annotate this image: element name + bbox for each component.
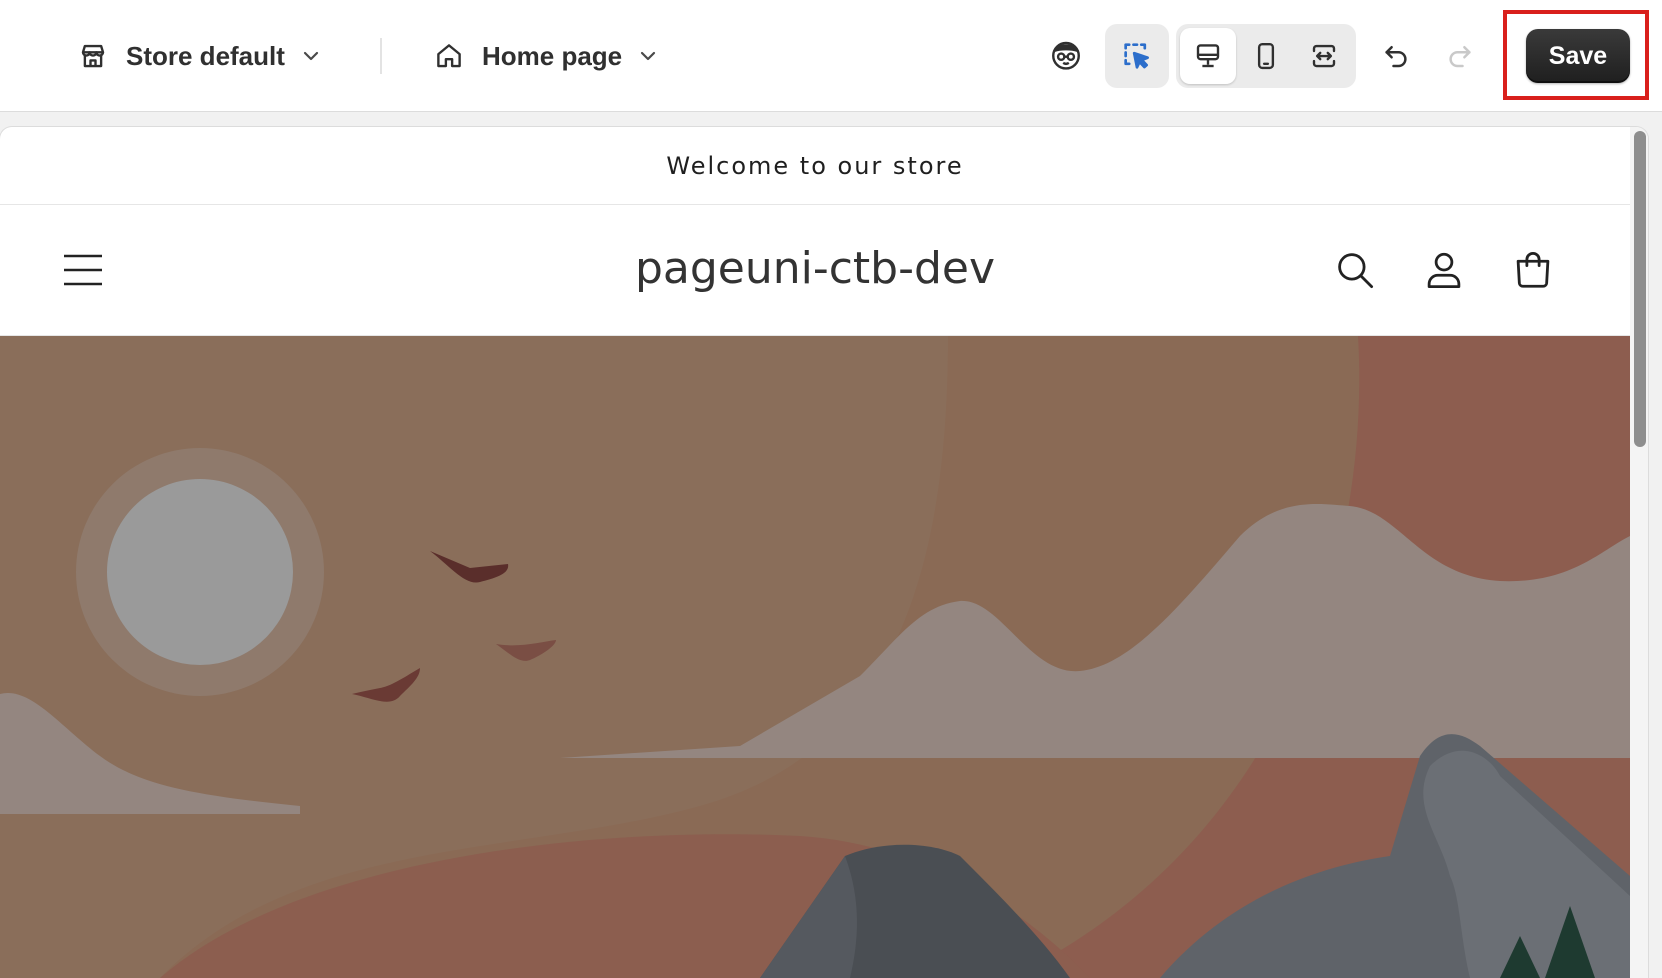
desktop-icon [1193, 41, 1223, 71]
landscape-illustration [0, 336, 1630, 978]
mobile-view-button[interactable] [1238, 28, 1294, 84]
undo-icon [1381, 41, 1411, 71]
ai-assistant-button[interactable] [1043, 32, 1089, 78]
redo-icon [1445, 41, 1475, 71]
store-selector[interactable]: Store default [78, 37, 321, 75]
save-button[interactable]: Save [1526, 29, 1630, 83]
page-selector-label: Home page [482, 40, 623, 71]
editor-toolbar: Store default Home page Save [0, 0, 1662, 112]
account-icon[interactable] [1421, 247, 1467, 293]
search-icon[interactable] [1332, 247, 1378, 293]
fullwidth-icon [1309, 41, 1339, 71]
select-cursor-icon [1120, 39, 1154, 73]
toolbar-divider [380, 38, 382, 74]
store-icon [78, 41, 108, 71]
store-header: pageuni-ctb-dev [0, 205, 1630, 336]
chevron-down-icon [638, 46, 658, 66]
store-name[interactable]: pageuni-ctb-dev [0, 243, 1630, 294]
page-selector[interactable]: Home page [434, 37, 658, 75]
inspector-button[interactable] [1105, 24, 1169, 88]
undo-button[interactable] [1372, 32, 1420, 80]
mobile-icon [1251, 41, 1281, 71]
preview-scrollbar-thumb[interactable] [1634, 131, 1646, 447]
desktop-view-button[interactable] [1180, 28, 1236, 84]
home-icon [434, 41, 464, 71]
cart-icon[interactable] [1510, 247, 1556, 293]
redo-button[interactable] [1436, 32, 1484, 80]
fullwidth-view-button[interactable] [1296, 28, 1352, 84]
store-selector-label: Store default [126, 40, 285, 71]
viewport-switcher [1176, 24, 1356, 88]
chevron-down-icon [301, 46, 321, 66]
store-preview-frame: Welcome to our store pageuni-ctb-dev [0, 127, 1648, 978]
ai-avatar-icon [1049, 38, 1083, 72]
hero-banner[interactable] [0, 336, 1630, 978]
announcement-bar: Welcome to our store [0, 127, 1630, 205]
